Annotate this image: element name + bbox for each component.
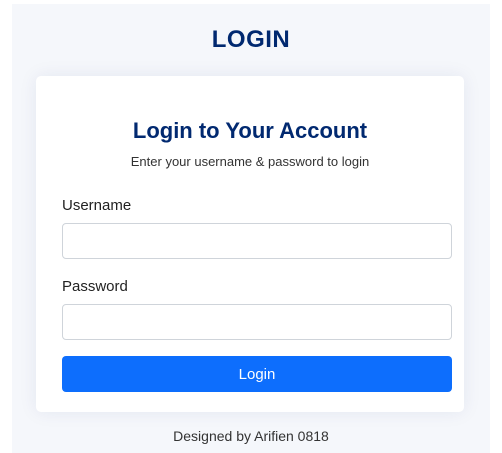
password-label: Password bbox=[62, 278, 128, 295]
password-input[interactable] bbox=[62, 304, 452, 340]
card-subtitle: Enter your username & password to login bbox=[130, 154, 370, 169]
footer-credits: Designed by Arifien 0818 bbox=[173, 428, 329, 444]
card-title: Login to Your Account bbox=[132, 118, 368, 143]
username-label: Username bbox=[62, 197, 132, 214]
login-page: LOGIN Login to Your Account Enter your u… bbox=[0, 0, 502, 453]
page-title: LOGIN bbox=[211, 26, 291, 53]
username-input[interactable] bbox=[62, 223, 452, 259]
login-card: Login to Your Account Enter your usernam… bbox=[36, 76, 464, 412]
login-button[interactable]: Login bbox=[62, 356, 452, 392]
